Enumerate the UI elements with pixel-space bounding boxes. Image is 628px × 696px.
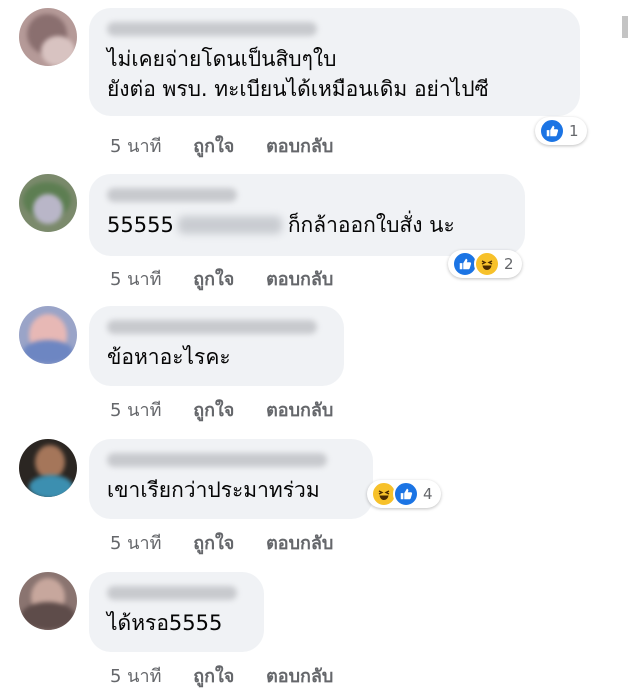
like-link[interactable]: ถูกใจ bbox=[193, 136, 234, 157]
avatar[interactable] bbox=[19, 8, 77, 66]
reaction-summary[interactable]: 1 bbox=[535, 117, 587, 145]
comment-actions: 5 นาที ถูกใจ ตอบกลับ bbox=[110, 395, 359, 424]
blurred-mention[interactable] bbox=[177, 216, 282, 234]
comment-text: ก็กล้าออกใบสั่ง นะ bbox=[287, 213, 455, 237]
comment-bubble: ข้อหาอะไรคะ bbox=[89, 306, 344, 386]
timestamp[interactable]: 5 นาที bbox=[110, 269, 161, 290]
author-name-blurred[interactable] bbox=[107, 188, 237, 202]
like-link[interactable]: ถูกใจ bbox=[193, 269, 234, 290]
author-name-blurred[interactable] bbox=[107, 320, 317, 334]
reply-link[interactable]: ตอบกลับ bbox=[266, 136, 333, 157]
comment-actions: 5 นาที ถูกใจ ตอบกลับ bbox=[110, 264, 359, 293]
timestamp[interactable]: 5 นาที bbox=[110, 136, 161, 157]
scrollbar[interactable] bbox=[622, 16, 628, 38]
reaction-count: 2 bbox=[504, 255, 514, 273]
timestamp[interactable]: 5 นาที bbox=[110, 533, 161, 554]
comment-actions: 5 นาที ถูกใจ ตอบกลับ bbox=[110, 528, 359, 557]
comment-bubble: ได้หรอ5555 bbox=[89, 572, 264, 652]
comment-text-line: ได้หรอ5555 bbox=[107, 611, 223, 635]
reply-link[interactable]: ตอบกลับ bbox=[266, 269, 333, 290]
comment-actions: 5 นาที ถูกใจ ตอบกลับ bbox=[110, 661, 359, 690]
comment-text-line: ข้อหาอะไรคะ bbox=[107, 345, 231, 369]
reaction-summary[interactable]: 2 bbox=[448, 250, 522, 278]
like-link[interactable]: ถูกใจ bbox=[193, 533, 234, 554]
reaction-summary[interactable]: 4 bbox=[367, 480, 441, 508]
comment-bubble: ไม่เคยจ่ายโดนเป็นสิบๆใบ ยังต่อ พรบ. ทะเบ… bbox=[89, 8, 580, 116]
thumbs-up-icon bbox=[393, 481, 419, 507]
comment-text: 55555 bbox=[107, 213, 174, 237]
author-name-blurred[interactable] bbox=[107, 22, 317, 36]
reply-link[interactable]: ตอบกลับ bbox=[266, 400, 333, 421]
reply-link[interactable]: ตอบกลับ bbox=[266, 666, 333, 687]
like-link[interactable]: ถูกใจ bbox=[193, 666, 234, 687]
timestamp[interactable]: 5 นาที bbox=[110, 400, 161, 421]
thumbs-up-icon bbox=[539, 118, 565, 144]
avatar[interactable] bbox=[19, 572, 77, 630]
comment-text-line: ยังต่อ พรบ. ทะเบียนได้เหมือนเดิม อย่าไปซ… bbox=[107, 77, 489, 101]
avatar[interactable] bbox=[19, 439, 77, 497]
avatar[interactable] bbox=[19, 306, 77, 364]
reaction-count: 1 bbox=[569, 122, 579, 140]
comment-bubble: 55555 ก็กล้าออกใบสั่ง นะ bbox=[89, 174, 525, 256]
comment-bubble: เขาเรียกว่าประมาทร่วม bbox=[89, 439, 373, 519]
laugh-face-icon bbox=[474, 251, 500, 277]
comment-text-line: เขาเรียกว่าประมาทร่วม bbox=[107, 478, 320, 502]
reaction-count: 4 bbox=[423, 485, 433, 503]
like-link[interactable]: ถูกใจ bbox=[193, 400, 234, 421]
comment-actions: 5 นาที ถูกใจ ตอบกลับ bbox=[110, 131, 359, 160]
reply-link[interactable]: ตอบกลับ bbox=[266, 533, 333, 554]
timestamp[interactable]: 5 นาที bbox=[110, 666, 161, 687]
comment-text-line: ไม่เคยจ่ายโดนเป็นสิบๆใบ bbox=[107, 47, 337, 71]
author-name-blurred[interactable] bbox=[107, 586, 237, 600]
avatar[interactable] bbox=[19, 174, 77, 232]
author-name-blurred[interactable] bbox=[107, 453, 327, 467]
comment-text-line: 55555 ก็กล้าออกใบสั่ง นะ bbox=[107, 210, 509, 240]
